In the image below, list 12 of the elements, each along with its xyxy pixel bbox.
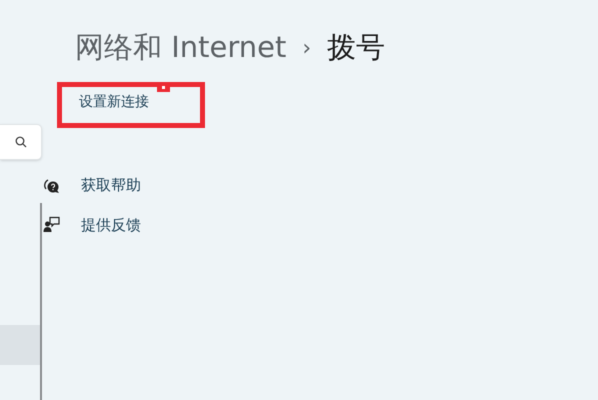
breadcrumb-separator: › — [302, 34, 312, 62]
help-bubble-icon — [43, 176, 60, 194]
breadcrumb-link[interactable]: 网络和 Internet — [75, 26, 286, 70]
nav-item[interactable] — [0, 325, 40, 365]
scroll-bar[interactable] — [40, 203, 42, 400]
search-field[interactable] — [0, 124, 42, 160]
page-title: 拨号 — [327, 29, 386, 66]
get-help-link[interactable]: 获取帮助 — [81, 174, 141, 196]
person-feedback-icon — [43, 216, 60, 234]
new-connection-link[interactable]: 设置新连接 — [79, 92, 149, 113]
feedback-link[interactable]: 提供反馈 — [81, 214, 141, 236]
search-icon — [14, 136, 26, 148]
